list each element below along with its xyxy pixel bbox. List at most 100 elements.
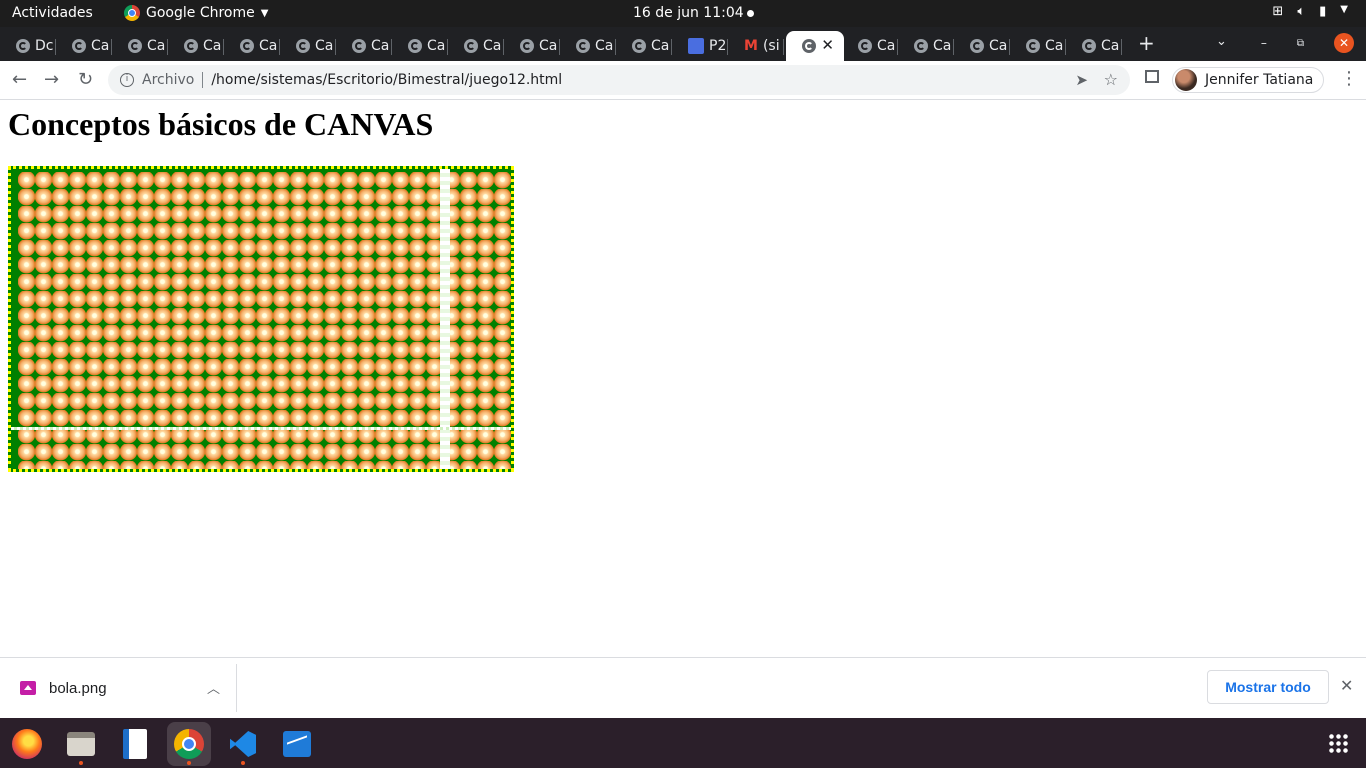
image-file-icon [20,681,36,695]
running-indicator [187,761,191,765]
tab-label: Ca [203,38,222,54]
classroom-icon [688,38,704,54]
restore-icon[interactable]: ⧉ [1297,38,1304,49]
dock-vscode[interactable] [221,722,265,766]
tab-3[interactable]: Ca [168,31,224,61]
tab-5[interactable]: Ca [280,31,336,61]
globe-icon [520,39,534,53]
dock-chrome[interactable] [167,722,211,766]
dock-system-monitor[interactable] [275,722,319,766]
dock-files[interactable] [59,722,103,766]
close-icon[interactable]: ✕ [1340,676,1353,695]
kebab-menu-icon[interactable]: ⋮ [1340,68,1358,89]
volume-icon: 🔈︎ [1297,4,1306,19]
globe-icon [914,39,928,53]
profile-name: Jennifer Tatiana [1205,72,1314,88]
divider [202,72,204,88]
pattern-seam-horizontal [11,427,511,430]
globe-icon [802,39,816,53]
browser-toolbar: ← → ↻ i Archivo /home/sistemas/Escritori… [0,61,1366,100]
activities-button[interactable]: Actividades [12,5,93,21]
tab-label: Ca [259,38,278,54]
tab-16[interactable]: Ca [898,31,954,61]
system-monitor-icon [283,731,311,757]
globe-icon [464,39,478,53]
side-panel-icon[interactable] [1145,70,1159,83]
security-label[interactable]: Archivo [142,72,194,88]
send-icon[interactable]: ➤ [1075,71,1088,89]
info-icon[interactable]: i [120,73,134,87]
tab-2[interactable]: Ca [112,31,168,61]
tab-10[interactable]: Ca [560,31,616,61]
tab-9[interactable]: Ca [504,31,560,61]
vscode-icon [230,731,256,757]
tab-14[interactable]: ✕ [786,31,844,61]
tab-label: Ca [1045,38,1064,54]
tab-label: Ca [371,38,390,54]
forward-arrow-icon[interactable]: → [44,69,59,90]
globe-icon [296,39,310,53]
tab-label: Ca [877,38,896,54]
firefox-icon [12,729,42,759]
tab-label: Ca [427,38,446,54]
system-tray[interactable]: ⊞ 🔈︎ ▮ ▼ [1272,4,1348,19]
tab-1[interactable]: Ca [56,31,112,61]
tab-8[interactable]: Ca [448,31,504,61]
new-tab-button[interactable]: + [1138,31,1155,55]
tab-7[interactable]: Ca [392,31,448,61]
tab-13[interactable]: M (si [728,31,784,61]
globe-icon [1026,39,1040,53]
tab-4[interactable]: Ca [224,31,280,61]
address-bar[interactable]: i Archivo /home/sistemas/Escritorio/Bime… [108,65,1130,95]
tab-label: Ca [1101,38,1120,54]
window-close-icon[interactable]: ✕ [1334,33,1354,53]
tab-search-icon[interactable]: ⌄ [1216,34,1227,49]
globe-icon [72,39,86,53]
tab-18[interactable]: Ca [1010,31,1066,61]
tab-label: (si [762,38,780,54]
tab-11[interactable]: Ca [616,31,672,61]
tab-6[interactable]: Ca [336,31,392,61]
reload-icon[interactable]: ↻ [78,69,93,90]
chevron-up-icon[interactable]: ︿ [207,678,220,697]
globe-icon [1082,39,1096,53]
tab-label: Ca [483,38,502,54]
profile-button[interactable]: Jennifer Tatiana [1172,67,1325,93]
download-item[interactable]: bola.png ︿ [0,664,237,712]
globe-icon [576,39,590,53]
gmail-icon: M [744,38,758,54]
chrome-icon [124,5,140,21]
clock[interactable]: 16 de jun 11:04 [633,5,744,21]
tab-12[interactable]: P2 [672,31,728,61]
tab-17[interactable]: Ca [954,31,1010,61]
tab-separator [1121,39,1122,55]
tab-label: Ca [989,38,1008,54]
globe-icon [240,39,254,53]
tab-0[interactable]: Dc [0,31,56,61]
notification-dot-icon [747,10,754,17]
show-all-button[interactable]: Mostrar todo [1207,670,1329,704]
tab-label: Ca [595,38,614,54]
battery-icon: ▮ [1319,4,1327,19]
back-arrow-icon[interactable]: ← [12,69,27,90]
tab-label: Ca [933,38,952,54]
running-indicator [241,761,245,765]
tab-label: Ca [539,38,558,54]
chrome-icon [174,729,204,759]
avatar [1175,69,1197,91]
url-text[interactable]: /home/sistemas/Escritorio/Bimestral/jueg… [211,72,562,88]
tab-label: Ca [147,38,166,54]
app-menu[interactable]: Google Chrome ▼ [124,5,268,21]
bookmark-star-icon[interactable]: ☆ [1104,70,1118,89]
dock-writer[interactable] [113,722,157,766]
canvas[interactable] [8,166,514,472]
show-apps-grid-icon[interactable] [1328,733,1348,753]
tab-label: Ca [651,38,670,54]
dock [0,718,1366,768]
globe-icon [184,39,198,53]
tab-15[interactable]: Ca [842,31,898,61]
tab-19[interactable]: Ca [1066,31,1122,61]
dock-firefox[interactable] [5,722,49,766]
minimize-icon[interactable]: – [1261,36,1267,50]
tab-close-icon[interactable]: ✕ [821,36,834,54]
